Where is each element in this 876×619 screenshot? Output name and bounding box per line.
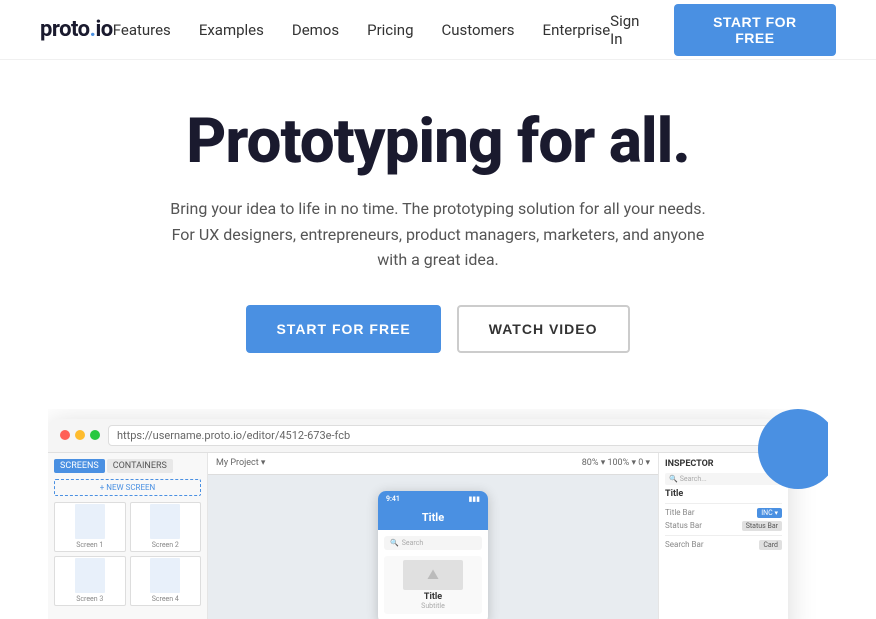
panel-divider-2 — [665, 535, 782, 536]
screen-4-preview — [150, 558, 180, 593]
mobile-time: 9:41 — [386, 495, 400, 503]
window-controls — [60, 430, 100, 440]
mountain-icon: ⛰ — [427, 567, 439, 583]
screen-grid: Screen 1 Screen 2 Screen 3 Screen 4 — [54, 502, 201, 606]
nav-features[interactable]: Features — [113, 21, 171, 39]
canvas-area: My Project ▾ 80% ▾ 100% ▾ 0 ▾ 9:41 ▮▮▮ T… — [208, 453, 658, 619]
url-bar: https://username.proto.io/editor/4512-67… — [108, 425, 776, 446]
url-text: https://username.proto.io/editor/4512-67… — [117, 429, 350, 442]
panel-row-3: Search Bar Card — [665, 540, 782, 550]
mobile-card-subtitle: Subtitle — [421, 602, 445, 610]
add-screen-button[interactable]: + NEW SCREEN — [54, 479, 201, 496]
properties-panel: INSPECTOR 🔍 Search... Title Title Bar IN… — [658, 453, 788, 619]
nav-right: Sign In START FOR FREE — [610, 4, 836, 56]
maximize-dot — [90, 430, 100, 440]
screen-2-preview — [150, 504, 180, 539]
mobile-card-title: Title — [424, 592, 442, 602]
mobile-content: 🔍 Search ⛰ Title Subtitle — [378, 530, 488, 619]
minimize-dot — [75, 430, 85, 440]
screen-3-preview — [75, 558, 105, 593]
screen-1-preview — [75, 504, 105, 539]
panel-label-3: Search Bar — [665, 540, 704, 549]
mobile-card-image: ⛰ — [403, 560, 463, 590]
nav-links: Features Examples Demos Pricing Customer… — [113, 20, 610, 39]
start-free-button[interactable]: START FOR FREE — [246, 305, 440, 353]
project-name[interactable]: My Project ▾ — [216, 458, 265, 468]
screen-1-thumb[interactable]: Screen 1 — [54, 502, 126, 552]
app-preview: https://username.proto.io/editor/4512-67… — [48, 409, 828, 619]
panel-badge-3[interactable]: Card — [759, 540, 782, 550]
nav-start-free-button[interactable]: START FOR FREE — [674, 4, 836, 56]
mobile-signal-icon: ▮▮▮ — [468, 495, 480, 503]
hero-title: Prototyping for all. — [40, 108, 836, 176]
logo-text: proto.io — [40, 17, 113, 42]
panel-badge-2[interactable]: Status Bar — [742, 521, 782, 531]
nav-pricing[interactable]: Pricing — [367, 21, 413, 39]
sidebar-screens: SCREENS CONTAINERS + NEW SCREEN Screen 1… — [48, 453, 208, 619]
mobile-title-bar: Title — [378, 507, 488, 530]
mobile-card: ⛰ Title Subtitle — [384, 556, 482, 614]
panel-search-text: Search... — [680, 475, 707, 483]
panel-search-icon: 🔍 — [669, 475, 678, 483]
panel-row-1: Title Bar INC ▾ — [665, 508, 782, 518]
logo[interactable]: proto.io — [40, 17, 113, 42]
hero-buttons: START FOR FREE WATCH VIDEO — [40, 305, 836, 353]
screen-3-label: Screen 3 — [76, 595, 103, 603]
panel-divider-1 — [665, 503, 782, 504]
navigation: proto.io Features Examples Demos Pricing… — [0, 0, 876, 60]
screen-4-thumb[interactable]: Screen 4 — [130, 556, 202, 606]
screen-1-label: Screen 1 — [76, 541, 103, 549]
panel-label-2: Status Bar — [665, 521, 702, 530]
mobile-title-text: Title — [386, 511, 480, 524]
window-bar: https://username.proto.io/editor/4512-67… — [48, 419, 788, 453]
panel-label-1: Title Bar — [665, 508, 695, 517]
blue-circle-accent — [758, 409, 828, 489]
nav-examples[interactable]: Examples — [199, 21, 264, 39]
screen-2-label: Screen 2 — [152, 541, 179, 549]
sidebar-tabs: SCREENS CONTAINERS — [54, 459, 201, 473]
screen-4-label: Screen 4 — [152, 595, 179, 603]
mobile-status-bar: 9:41 ▮▮▮ — [378, 491, 488, 507]
hero-subtitle: Bring your idea to life in no time. The … — [168, 196, 708, 273]
mobile-search-bar[interactable]: 🔍 Search — [384, 536, 482, 550]
panel-badge-1[interactable]: INC ▾ — [757, 508, 782, 518]
nav-demos[interactable]: Demos — [292, 21, 339, 39]
app-window: https://username.proto.io/editor/4512-67… — [48, 419, 788, 619]
close-dot — [60, 430, 70, 440]
search-placeholder: Search — [402, 539, 424, 547]
nav-enterprise[interactable]: Enterprise — [543, 21, 611, 39]
nav-customers[interactable]: Customers — [442, 21, 515, 39]
watch-video-button[interactable]: WATCH VIDEO — [457, 305, 630, 353]
panel-row-2: Status Bar Status Bar — [665, 521, 782, 531]
zoom-level: 80% ▾ 100% ▾ 0 ▾ — [582, 458, 650, 468]
search-icon: 🔍 — [390, 539, 399, 547]
app-inner: SCREENS CONTAINERS + NEW SCREEN Screen 1… — [48, 453, 788, 619]
hero-section: Prototyping for all. Bring your idea to … — [0, 60, 876, 409]
panel-inspector-label: Title — [665, 489, 782, 499]
screen-3-thumb[interactable]: Screen 3 — [54, 556, 126, 606]
screens-tab[interactable]: SCREENS — [54, 459, 105, 473]
screen-2-thumb[interactable]: Screen 2 — [130, 502, 202, 552]
panel-search[interactable]: 🔍 Search... — [665, 473, 782, 485]
containers-tab[interactable]: CONTAINERS — [107, 459, 173, 473]
sign-in-link[interactable]: Sign In — [610, 12, 654, 48]
mobile-frame: 9:41 ▮▮▮ Title 🔍 Search ⛰ — [378, 491, 488, 619]
canvas-toolbar: My Project ▾ 80% ▾ 100% ▾ 0 ▾ — [208, 453, 658, 475]
